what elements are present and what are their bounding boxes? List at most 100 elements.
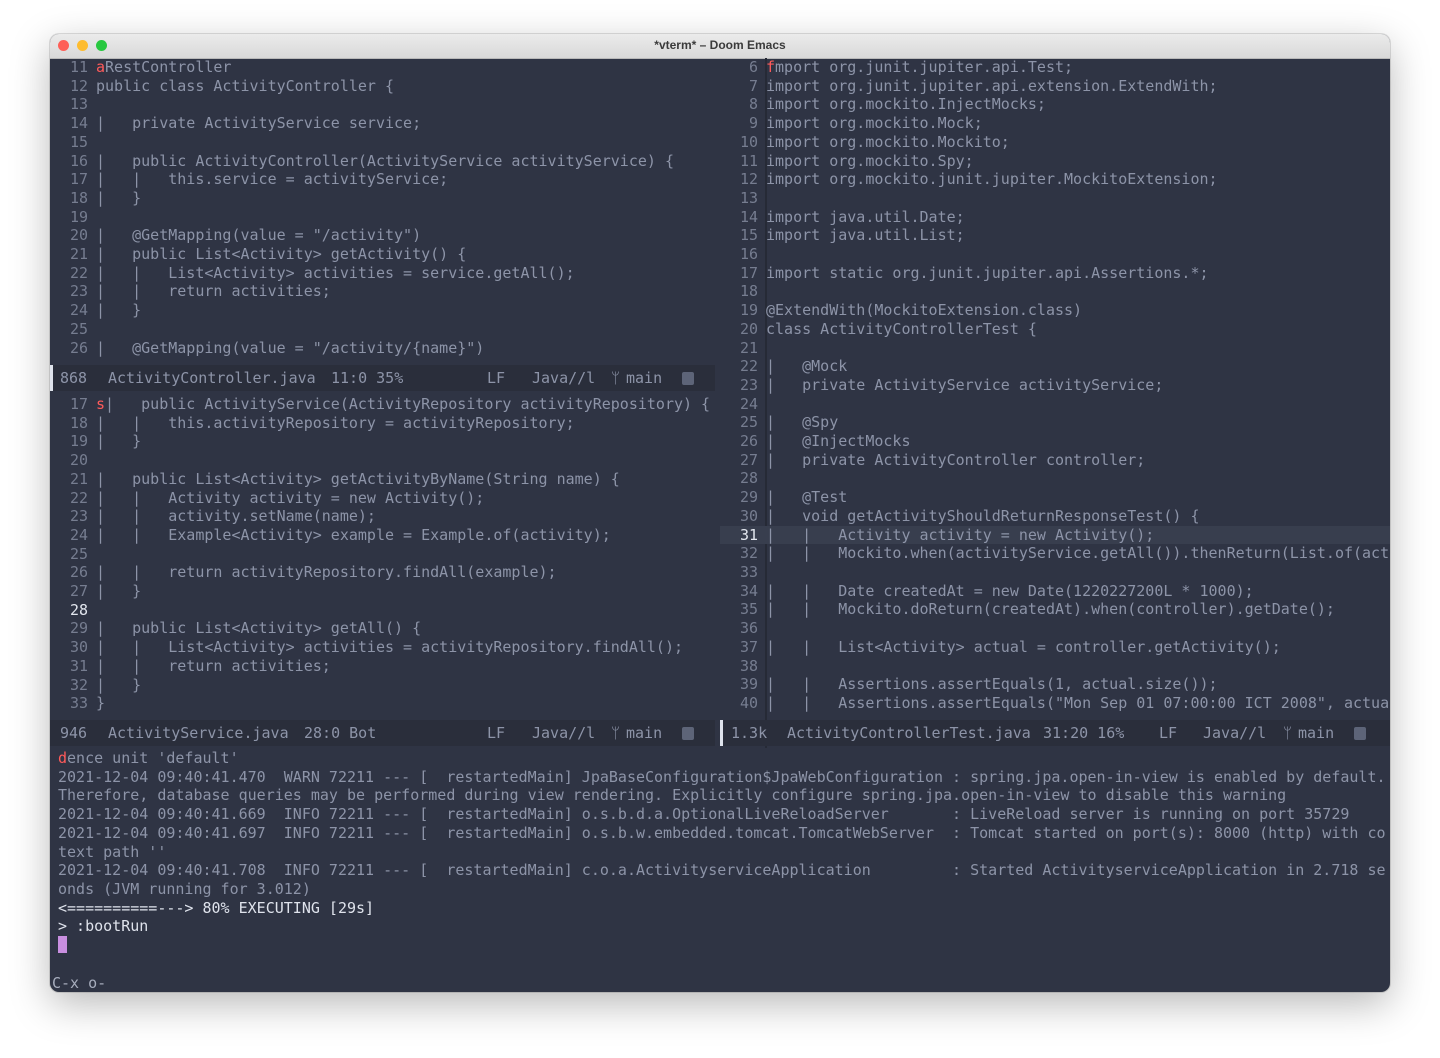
code-line[interactable]: 13 [720,189,1390,208]
code-line[interactable]: 22 | | List<Activity> activities = servic… [50,264,715,283]
code-line[interactable]: 15 [50,133,715,152]
code-line[interactable]: 20 class ActivityControllerTest { [720,320,1390,339]
code-text: | | this.activityRepository = activityRe… [96,413,575,432]
code-line[interactable]: 30 | | List<Activity> activities = activi… [50,638,715,657]
git-branch[interactable]: main [1298,720,1334,746]
code-line[interactable]: 15 import java.util.List; [720,226,1390,245]
line-number: 20 [739,319,758,338]
line-number: 24 [69,301,88,320]
code-line[interactable]: 22 | @Mock [720,357,1390,376]
git-branch-icon: ᛘ [611,369,621,387]
code-line[interactable]: 18 | | this.activityRepository = activity… [50,414,715,433]
code-line[interactable]: 13 [50,95,715,114]
editor-pane-activity-controller[interactable]: 11 aRestController 12 public class Activity… [50,58,715,360]
code-text: | | List<Activity> activities = activity… [96,638,683,657]
code-line[interactable]: 34 | | Date createdAt = new Date(12202272… [720,582,1390,601]
buffer-name[interactable]: ActivityControllerTest.java [787,720,1031,746]
code-line[interactable]: 21 | public List<Activity> getActivity() … [50,245,715,264]
code-line[interactable]: 33 [720,563,1390,582]
git-branch[interactable]: main [626,720,662,746]
major-mode[interactable]: Java//l [532,720,595,746]
code-line[interactable]: 38 [720,657,1390,676]
code-line[interactable]: 29 | @Test [720,488,1390,507]
code-line[interactable]: 6 fmport org.junit.jupiter.api.Test; [720,58,1390,77]
emacs-window: *vterm* – Doom Emacs 11 aRestController 12… [50,34,1390,992]
code-line[interactable]: 18 [720,282,1390,301]
code-line[interactable]: 24 | | Example<Activity> example = Exampl… [50,526,715,545]
code-line[interactable]: 32 | | Mockito.when(activityService.getAl… [720,544,1390,563]
vterm-terminal[interactable]: dence unit 'default' 2021-12-04 09:40:41.… [58,749,1390,955]
code-line[interactable]: 20 | @GetMapping(value = "/activity") [50,226,715,245]
code-line[interactable]: 26 | @GetMapping(value = "/activity/{name… [50,339,715,358]
code-line[interactable]: 29 | public List<Activity> getAll() { [50,619,715,638]
code-line[interactable]: 10 import org.mockito.Mockito; [720,133,1390,152]
code-line[interactable]: 16 [720,245,1390,264]
code-text: | public List<Activity> getActivity() { [96,245,467,264]
code-line[interactable]: 17 import static org.junit.jupiter.api.As… [720,264,1390,283]
code-line[interactable]: 7 import org.junit.jupiter.api.extension.… [720,77,1390,96]
code-line[interactable]: 26 | @InjectMocks [720,432,1390,451]
code-line[interactable]: 23 | | return activities; [50,282,715,301]
code-line[interactable]: 39 | | Assertions.assertEquals(1, actual.… [720,675,1390,694]
code-line[interactable]: 31 | | return activities; [50,657,715,676]
code-line[interactable]: 21 | public List<Activity> getActivityByN… [50,470,715,489]
code-line[interactable]: 11 import org.mockito.Spy; [720,152,1390,171]
code-line[interactable]: 23 | private ActivityService activityServ… [720,376,1390,395]
code-line[interactable]: 17 s| public ActivityService(ActivityRepo… [50,395,715,414]
major-mode[interactable]: Java//l [532,365,595,391]
code-line[interactable]: 40 | | Assertions.assertEquals("Mon Sep 0… [720,694,1390,713]
code-line[interactable]: 19 | } [50,432,715,451]
terminal-text: > :bootRun [58,917,149,936]
code-line[interactable]: 12 import org.mockito.junit.jupiter.Mocki… [720,170,1390,189]
code-line[interactable]: 37 | | List<Activity> actual = controller… [720,638,1390,657]
code-line[interactable]: 28 [720,469,1390,488]
code-line[interactable]: 35 | | Mockito.doReturn(createdAt).when(c… [720,600,1390,619]
line-number: 25 [739,413,758,432]
code-line[interactable]: 23 | | activity.setName(name); [50,507,715,526]
editor-pane-activity-controller-test[interactable]: 6 fmport org.junit.jupiter.api.Test; 7 impo… [720,58,1390,718]
code-line[interactable]: 27 | } [50,582,715,601]
code-text: import org.mockito.InjectMocks; [766,95,1046,114]
code-line[interactable]: 20 [50,451,715,470]
code-line[interactable]: 8 import org.mockito.InjectMocks; [720,95,1390,114]
active-indicator [50,365,53,391]
code-line[interactable]: 11 aRestController [50,58,715,77]
code-line[interactable]: 19 [50,208,715,227]
editor-pane-activity-service[interactable]: 17 s| public ActivityService(ActivityRepo… [50,395,715,717]
code-line[interactable]: 36 [720,619,1390,638]
code-line[interactable]: 9 import org.mockito.Mock; [720,114,1390,133]
line-number: 35 [739,600,758,619]
code-line[interactable]: 12 public class ActivityController { [50,77,715,96]
major-mode[interactable]: Java//l [1203,720,1266,746]
code-line[interactable]: 30 | void getActivityShouldReturnResponse… [720,507,1390,526]
code-line[interactable]: 18 | } [50,189,715,208]
code-line[interactable]: 14 import java.util.Date; [720,208,1390,227]
code-line[interactable]: 21 [720,339,1390,358]
code-line[interactable]: 28 [50,601,715,620]
git-branch[interactable]: main [626,365,662,391]
eol-type[interactable]: LF [487,365,505,391]
code-line[interactable]: 26 | | return activityRepository.findAll(… [50,563,715,582]
code-line[interactable]: 25 [50,545,715,564]
buffer-name[interactable]: ActivityController.java [108,365,316,391]
code-line[interactable]: 31 | | Activity activity = new Activity()… [720,525,1390,545]
code-line[interactable]: 19 @ExtendWith(MockitoExtension.class) [720,301,1390,320]
eol-type[interactable]: LF [487,720,505,746]
code-line[interactable]: 32 | } [50,676,715,695]
eol-type[interactable]: LF [1159,720,1177,746]
code-line[interactable]: 25 | @Spy [720,413,1390,432]
code-line[interactable]: 24 [720,395,1390,414]
active-indicator [720,720,723,746]
buffer-name[interactable]: ActivityService.java [108,720,289,746]
line-number: 17 [69,170,88,189]
code-line[interactable]: 25 [50,320,715,339]
code-line[interactable]: 16 | public ActivityController(ActivitySe… [50,152,715,171]
code-line[interactable]: 24 | } [50,301,715,320]
code-line[interactable]: 14 | private ActivityService service; [50,114,715,133]
code-line[interactable]: 17 | | this.service = activityService; [50,170,715,189]
code-line[interactable]: 22 | | Activity activity = new Activity()… [50,489,715,508]
code-text: | } [96,582,142,601]
code-line[interactable]: 33} [50,694,715,713]
code-line[interactable]: 27 | private ActivityController controlle… [720,451,1390,470]
code-text: mport org.junit.jupiter.api.Test; [775,58,1074,76]
